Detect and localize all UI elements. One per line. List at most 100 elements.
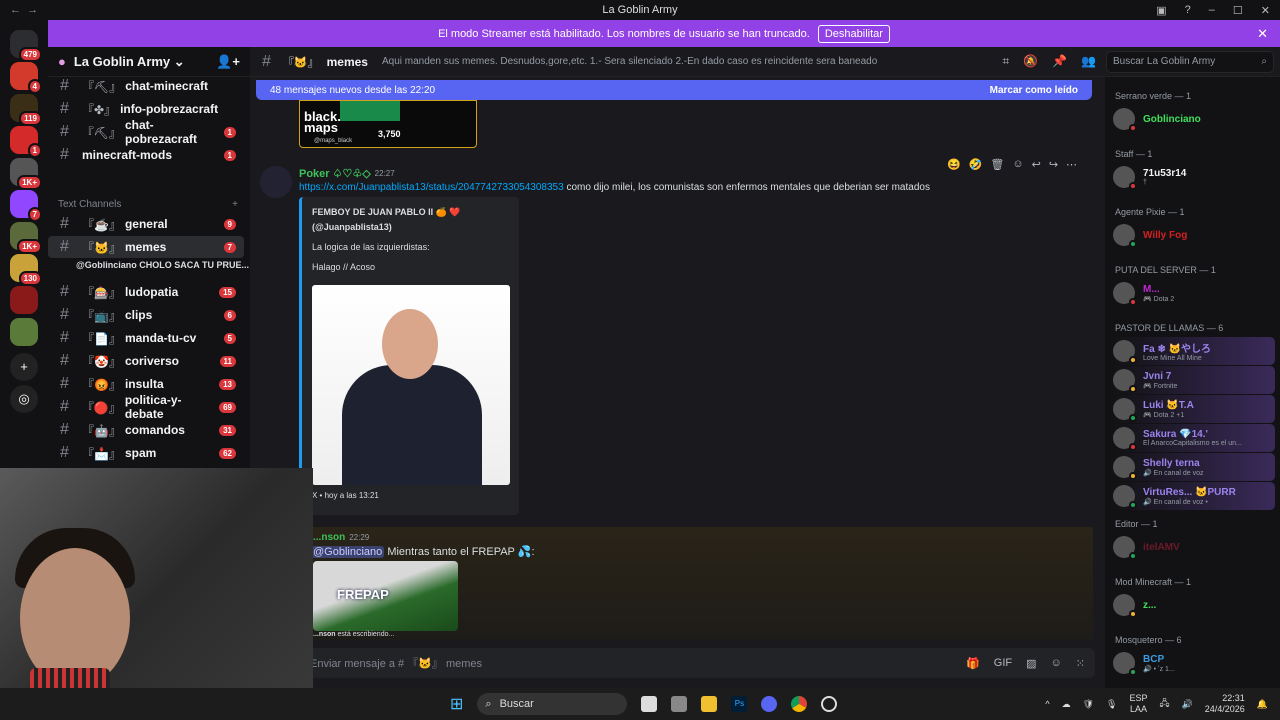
member-item[interactable]: Goblinciano — [1113, 105, 1275, 133]
app-icon[interactable] — [671, 696, 688, 712]
category-text-channels[interactable]: Text Channels + — [58, 199, 238, 210]
channel-item[interactable]: # 『📺』 clips 6 — [48, 304, 244, 326]
channel-item[interactable]: # minecraft-mods 1 — [48, 144, 244, 166]
security-icon[interactable]: 🛡 — [1083, 699, 1094, 710]
sticker-icon[interactable]: ▨ — [1026, 657, 1036, 670]
channel-item[interactable]: # 『📩』 spam 62 — [48, 442, 244, 464]
member-item[interactable]: z... — [1113, 591, 1275, 619]
nav-arrows[interactable]: ← → — [10, 4, 38, 16]
server-icon[interactable]: 7 — [10, 190, 42, 222]
member-item[interactable]: itelAMV — [1113, 533, 1275, 561]
message-image[interactable]: FREPAP — [313, 561, 458, 631]
member-item[interactable]: VirtuRes... 🐱PURR 🔊 En canal de voz • — [1113, 482, 1275, 510]
member-item[interactable]: Luki 🐱T.A 🎮 Dota 2 +1 — [1113, 395, 1275, 423]
apps-icon[interactable]: ⁙ — [1076, 657, 1085, 670]
channel-item[interactable]: # 『🐱』 memes 7 — [48, 236, 244, 258]
disable-streamer-button[interactable]: Deshabilitar — [817, 24, 890, 43]
embed-title[interactable]: FEMBOY DE JUAN PABLO II 🍊 ❤️ — [312, 207, 509, 218]
clock[interactable]: 22:31 24/4/2026 — [1205, 693, 1245, 715]
member-item[interactable]: 71u53r14 † — [1113, 163, 1275, 191]
server-icon[interactable]: 119 — [10, 94, 42, 126]
search-input[interactable]: Buscar La Goblin Army ⌕ — [1106, 50, 1274, 73]
server-header[interactable]: ● La Goblin Army ⌄ 👤+ — [48, 47, 250, 77]
member-item[interactable]: M... 🎮 Dota 2 — [1113, 279, 1275, 307]
mute-icon[interactable]: 🔕 — [1023, 54, 1038, 69]
onedrive-icon[interactable]: ☁ — [1062, 699, 1071, 710]
server-icon[interactable]: 1K+ — [10, 222, 42, 254]
notification-icon[interactable]: 🔔 — [1257, 699, 1268, 710]
channel-item[interactable]: # 『🤡』 coriverso 11 — [48, 350, 244, 372]
close-button[interactable]: ✕ — [1261, 4, 1270, 17]
message-link[interactable]: https://x.com/Juanpablista13/status/2047… — [299, 182, 564, 193]
taskbar-search[interactable]: ⌕ Buscar — [477, 693, 628, 715]
member-item[interactable]: Willy Fog — [1113, 221, 1275, 249]
server-icon[interactable]: 130 — [10, 254, 42, 286]
channel-item[interactable]: # 『📄』 manda-tu-cv 5 — [48, 327, 244, 349]
server-icon[interactable]: 479 — [10, 30, 42, 62]
embed-handle[interactable]: (@Juanpablista13) — [312, 222, 509, 232]
gift-icon[interactable]: 🎁 — [966, 657, 980, 670]
volume-icon[interactable]: 🔊 — [1182, 699, 1193, 710]
pin-icon[interactable]: 📌 — [1052, 54, 1067, 69]
channel-topic[interactable]: Aqui manden sus memes. Desnudos,gore,etc… — [382, 56, 902, 67]
discover-icon[interactable]: ◎ — [10, 385, 38, 413]
minimize-button[interactable]: – — [1209, 4, 1215, 17]
message-author[interactable]: ...nson — [313, 532, 345, 543]
chevron-up-icon[interactable]: ^ — [1045, 699, 1049, 709]
server-icon[interactable] — [10, 318, 38, 346]
inbox-icon[interactable]: ▣ — [1156, 4, 1166, 17]
close-icon[interactable]: ✕ — [1257, 26, 1268, 42]
message-author[interactable]: Poker ♤♡♧◇ — [299, 167, 371, 180]
reaction-icon[interactable]: 🤣 — [969, 158, 983, 171]
help-icon[interactable]: ? — [1185, 4, 1191, 17]
add-channel-icon[interactable]: + — [232, 199, 238, 210]
mic-icon[interactable]: 🎙 — [1106, 699, 1117, 710]
task-view-icon[interactable] — [641, 696, 658, 712]
start-icon[interactable]: ⊞ — [450, 694, 463, 714]
previous-image[interactable]: black. maps 3,750 @maps_black — [299, 100, 477, 148]
photoshop-icon[interactable]: Ps — [731, 696, 748, 712]
add-reaction-icon[interactable]: ☺ — [1012, 158, 1023, 171]
mark-read-button[interactable]: Marcar como leído — [990, 85, 1078, 96]
add-server-icon[interactable]: + — [10, 353, 38, 381]
channel-item[interactable]: # 『⛏』 chat-pobrezacraft 1 — [48, 118, 244, 146]
channel-item[interactable]: # 『😡』 insulta 13 — [48, 373, 244, 395]
new-messages-bar[interactable]: 48 mensajes nuevos desde las 22:20 Marca… — [256, 80, 1092, 100]
gif-icon[interactable]: GIF — [994, 657, 1012, 670]
more-icon[interactable]: ⋯ — [1066, 158, 1077, 171]
language-indicator[interactable]: ESP LAA — [1129, 693, 1147, 715]
avatar[interactable] — [260, 166, 292, 198]
member-item[interactable]: BCP 🔊 • ʼz 1... — [1113, 649, 1275, 677]
obs-icon[interactable] — [821, 696, 838, 712]
reply-icon[interactable]: ↩ — [1032, 158, 1041, 171]
mention[interactable]: @Goblinciano — [311, 546, 385, 558]
member-item[interactable]: Fa ❄ 🐱やしろ Love Mine All Mine — [1113, 337, 1275, 365]
channel-item[interactable]: # 『☕』 general 9 — [48, 213, 244, 235]
server-icon[interactable]: 1 — [10, 126, 42, 158]
threads-icon[interactable]: ⌗ — [1002, 54, 1009, 69]
channel-item[interactable]: # 『⛏』 chat-minecraft — [48, 75, 244, 97]
invite-icon[interactable]: 👤+ — [216, 54, 240, 70]
thread-item[interactable]: @Goblinciano CHOLO SACA TU PRUE... — [76, 260, 249, 270]
member-item[interactable]: Jvni 7 🎮 Fortnite — [1113, 366, 1275, 394]
embed-image[interactable] — [312, 285, 510, 485]
discord-icon[interactable] — [761, 696, 778, 712]
server-icon[interactable]: 4 — [10, 62, 42, 94]
reaction-icon[interactable]: 🗑 — [990, 158, 1004, 171]
member-item[interactable]: Sakura 💎14.' El AnarcoCapitalismo es el u… — [1113, 424, 1275, 452]
member-item[interactable]: Shelly terna 🔊 En canal de voz — [1113, 453, 1275, 481]
server-icon[interactable] — [10, 286, 38, 314]
forward-icon[interactable]: ↪ — [1049, 158, 1058, 171]
maximize-button[interactable]: ☐ — [1233, 4, 1243, 17]
server-icon[interactable]: 1K+ — [10, 158, 42, 190]
chrome-icon[interactable] — [791, 696, 808, 712]
message-input[interactable]: Enviar mensaje a # 『🐱』 memes 🎁 GIF ▨ ☺ ⁙ — [300, 648, 1095, 678]
file-explorer-icon[interactable] — [701, 696, 718, 712]
emoji-icon[interactable]: ☺ — [1051, 657, 1062, 670]
members-icon[interactable]: 👥 — [1081, 54, 1096, 69]
channel-item[interactable]: # 『🎰』 ludopatia 15 — [48, 281, 244, 303]
network-icon[interactable]: 🖧 — [1159, 696, 1169, 712]
channel-item[interactable]: # 『✤』 info-pobrezacraft — [48, 98, 244, 120]
channel-item[interactable]: # 『🤖』 comandos 31 — [48, 419, 244, 441]
reaction-icon[interactable]: 😆 — [947, 158, 961, 171]
